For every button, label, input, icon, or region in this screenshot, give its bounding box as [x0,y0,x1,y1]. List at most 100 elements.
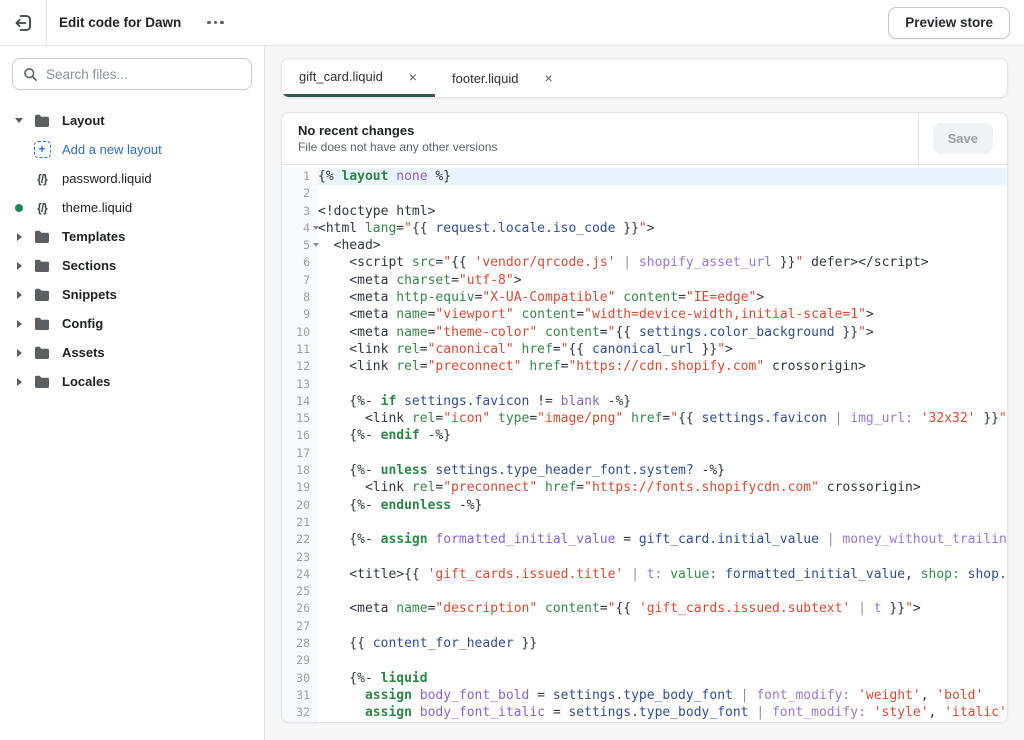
caret-right-icon[interactable] [16,290,22,299]
caret-right-icon[interactable] [16,348,22,357]
code-line[interactable]: {%- liquid [318,670,1007,687]
search-icon [24,67,37,81]
page-title: Edit code for Dawn [59,15,182,30]
code-line[interactable]: {%- assign formatted_initial_value = gif… [318,531,1007,548]
code-line[interactable] [318,583,1007,600]
tree-icon-slot [30,114,54,128]
exit-editor-button[interactable] [0,0,47,45]
search-files-input[interactable] [46,66,241,82]
code-fold-icon[interactable] [313,243,319,248]
line-number: 20 [296,497,310,512]
sidebar-item-theme-liquid[interactable]: {/} theme.liquid [0,193,264,222]
sidebar-item-locales[interactable]: Locales [0,367,264,396]
more-actions-button[interactable] [201,15,230,31]
caret-right-icon[interactable] [16,377,22,386]
line-number: 5 [282,237,319,254]
tree-gutter [8,203,30,212]
sidebar-item-layout[interactable]: Layout [0,106,264,135]
code-line[interactable]: {%- endunless -%} [318,497,1007,514]
code-line[interactable]: <link rel="preconnect" href="https://cdn… [318,358,1007,375]
code-line[interactable]: <head> [318,237,1007,254]
line-number: 13 [296,376,310,391]
close-tab-icon[interactable]: × [545,71,553,85]
code-line[interactable]: <meta http-equiv="X-UA-Compatible" conte… [318,289,1007,306]
code-line[interactable] [318,445,1007,462]
code-line[interactable]: <link rel="icon" type="image/png" href="… [318,410,1007,427]
code-line[interactable] [318,514,1007,531]
folder-icon [35,375,49,388]
liquid-file-icon: {/} [37,200,48,215]
sidebar-item-sections[interactable]: Sections [0,251,264,280]
code-line[interactable] [318,549,1007,566]
line-number: 22 [296,532,310,547]
code-fold-icon[interactable] [313,225,319,230]
line-number: 1 [303,169,310,183]
close-tab-icon[interactable]: × [409,70,417,84]
line-number: 30 [296,670,310,685]
exit-icon [15,14,31,31]
code-line[interactable]: {{ content_for_header }} [318,635,1007,652]
line-number: 16 [296,428,310,443]
code-line[interactable]: {% layout none %} [318,168,1007,186]
code-line[interactable]: assign body_font_bold = settings.type_bo… [318,687,1007,704]
code-line[interactable]: <meta charset="utf-8"> [318,272,1007,289]
code-line[interactable]: assign body_font_italic = settings.type_… [318,704,1007,721]
caret-down-icon[interactable] [15,118,23,123]
tree-icon-slot: {/} [30,172,54,186]
tree-item-label: Config [62,316,104,331]
code-line[interactable]: <link rel="preconnect" href="https://fon… [318,479,1007,496]
line-number: 17 [296,445,310,460]
file-tree: Layout + Add a new layout {/} password.l… [0,106,264,396]
code-line[interactable] [318,652,1007,669]
code-line[interactable]: <!doctype html> [318,203,1007,220]
code-line[interactable]: {%- unless settings.type_header_font.sys… [318,462,1007,479]
line-number: 21 [296,514,310,529]
caret-right-icon[interactable] [16,261,22,270]
folder-icon [35,230,49,243]
line-number: 7 [303,272,310,287]
sidebar-item-password-liquid[interactable]: {/} password.liquid [0,164,264,193]
code-line[interactable]: <meta name="viewport" content="width=dev… [318,306,1007,323]
save-button[interactable]: Save [932,123,993,154]
tab-label: footer.liquid [452,70,519,86]
tree-gutter [8,377,30,386]
caret-right-icon[interactable] [16,319,22,328]
line-number: 2 [303,186,310,201]
tree-item-label: theme.liquid [62,200,133,215]
code-line[interactable]: <script src="{{ 'vendor/qrcode.js' | sho… [318,254,1007,271]
code-line[interactable]: {%- if settings.favicon != blank -%} [318,393,1007,410]
sidebar-item-add-a-new-layout[interactable]: + Add a new layout [0,135,264,164]
code-line[interactable]: <link rel="canonical" href="{{ canonical… [318,341,1007,358]
line-number-gutter: 1 2 3 4 5 6 7 8 9 10 11 12 13 14 15 16 17 18 19 20 21 22 23 24 2… [282,168,319,722]
tab-gift_card-liquid[interactable]: gift_card.liquid × [282,59,436,97]
code-line[interactable] [318,618,1007,635]
code-line[interactable]: <meta name="theme-color" content="{{ set… [318,324,1007,341]
code-line[interactable] [318,376,1007,393]
dot-icon [207,20,211,25]
tree-item-label: Assets [62,345,105,360]
tree-item-label: Locales [62,374,111,389]
tree-gutter [8,319,30,328]
tree-item-label: password.liquid [62,171,152,186]
tree-icon-slot [30,346,54,360]
tree-icon-slot [30,317,54,331]
code-line[interactable]: <html lang="{{ request.locale.iso_code }… [318,220,1007,237]
line-number: 23 [296,549,310,564]
code-line[interactable]: <title>{{ 'gift_cards.issued.title' | t:… [318,566,1007,583]
sidebar-item-assets[interactable]: Assets [0,338,264,367]
sidebar-item-config[interactable]: Config [0,309,264,338]
line-number: 9 [303,307,310,322]
preview-store-button[interactable]: Preview store [888,6,1010,39]
caret-right-icon[interactable] [16,232,22,241]
sidebar-item-snippets[interactable]: Snippets [0,280,264,309]
code-line[interactable] [318,185,1007,202]
tab-footer-liquid[interactable]: footer.liquid × [435,59,571,97]
code-line[interactable]: <meta name="description" content="{{ 'gi… [318,600,1007,617]
code-editor[interactable]: 1 2 3 4 5 6 7 8 9 10 11 12 13 14 15 16 17 18 19 20 21 22 23 24 2… [282,165,1007,722]
open-files-tabbar: gift_card.liquid × footer.liquid × [281,58,1008,98]
code-line[interactable]: {%- endif -%} [318,427,1007,444]
folder-icon [35,259,49,272]
sidebar-item-templates[interactable]: Templates [0,222,264,251]
tree-gutter [8,118,30,123]
search-files-box[interactable] [12,58,252,90]
